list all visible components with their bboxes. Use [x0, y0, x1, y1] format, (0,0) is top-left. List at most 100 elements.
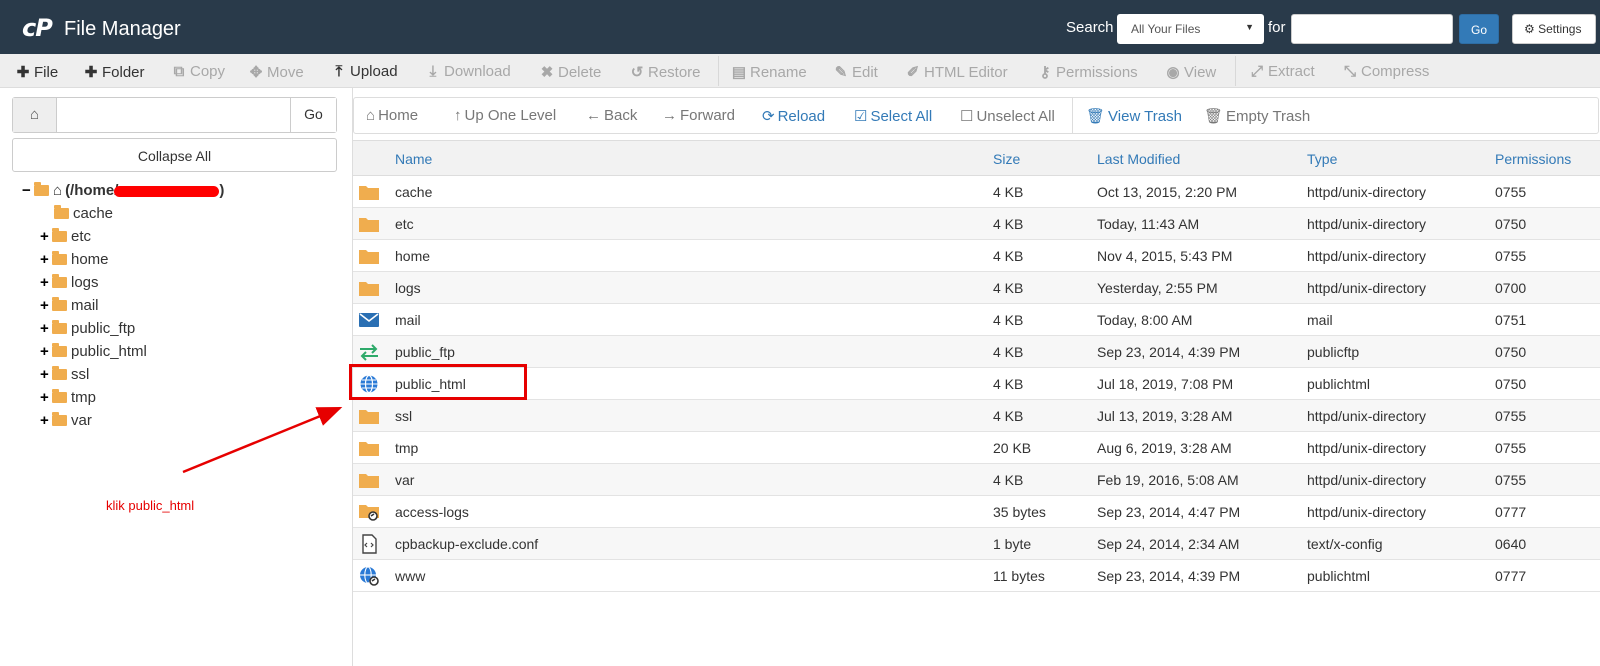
file-name-cell[interactable]: tmp: [395, 440, 418, 456]
reload-button[interactable]: ⟳ Reload: [762, 107, 825, 125]
search-input[interactable]: [1291, 14, 1453, 44]
plus-icon[interactable]: +: [40, 320, 52, 337]
column-permissions-header[interactable]: Permissions: [1495, 151, 1571, 167]
table-row[interactable]: ssl 4 KB Jul 13, 2019, 3:28 AM httpd/unix-d…: [353, 400, 1600, 432]
permissions-button[interactable]: ⚷ Permissions: [1036, 63, 1138, 81]
tree-item-label: tmp: [71, 389, 97, 406]
view-button[interactable]: ◉ View: [1164, 63, 1216, 81]
plus-icon[interactable]: +: [40, 412, 52, 429]
new-folder-button[interactable]: ✚ Folder: [82, 63, 145, 81]
plus-icon[interactable]: +: [40, 274, 52, 291]
copy-button[interactable]: ⧉ Copy: [170, 63, 225, 80]
forward-button[interactable]: → Forward: [662, 107, 735, 124]
path-input[interactable]: [59, 98, 289, 132]
settings-button[interactable]: ⚙ Settings: [1512, 14, 1596, 44]
view-trash-label: View Trash: [1108, 108, 1182, 125]
search-scope-select[interactable]: All Your Files ▼: [1117, 14, 1264, 44]
file-name-cell[interactable]: var: [395, 472, 414, 488]
tree-item-cache[interactable]: cache: [54, 205, 113, 222]
file-name-cell[interactable]: access-logs: [395, 504, 469, 520]
file-name-cell[interactable]: etc: [395, 216, 414, 232]
minus-icon[interactable]: −: [22, 182, 34, 199]
extract-button[interactable]: ⤢ Extract: [1248, 63, 1315, 80]
empty-trash-button[interactable]: 🗑 Empty Trash: [1204, 107, 1310, 125]
trash-icon: 🗑: [1204, 108, 1224, 125]
plus-icon[interactable]: +: [40, 366, 52, 383]
upload-button[interactable]: ⤒ Upload: [330, 63, 398, 80]
tree-item-tmp[interactable]: + tmp: [40, 389, 96, 406]
table-row[interactable]: cache 4 KB Oct 13, 2015, 2:20 PM httpd/unix…: [353, 176, 1600, 208]
file-size-cell: 4 KB: [993, 344, 1024, 360]
table-row[interactable]: tmp 20 KB Aug 6, 2019, 3:28 AM httpd/unix-d…: [353, 432, 1600, 464]
table-row[interactable]: var 4 KB Feb 19, 2016, 5:08 AM httpd/unix-d…: [353, 464, 1600, 496]
search-go-button[interactable]: Go: [1459, 14, 1499, 44]
file-type-cell: httpd/unix-directory: [1307, 184, 1427, 200]
file-permissions-cell: 0755: [1495, 440, 1527, 456]
tree-item-ssl[interactable]: + ssl: [40, 366, 89, 383]
table-row[interactable]: cpbackup-exclude.conf 1 byte Sep 24, 2014,…: [353, 528, 1600, 560]
column-name-header[interactable]: Name: [395, 151, 432, 167]
move-button[interactable]: ✥ Move: [247, 63, 304, 81]
file-size-cell: 4 KB: [993, 408, 1024, 424]
tree-item-public-html[interactable]: + public_html: [40, 343, 147, 360]
file-name-cell[interactable]: public_html: [395, 376, 466, 392]
view-label: View: [1184, 64, 1217, 81]
nav-home-button[interactable]: ⌂ Home: [366, 107, 418, 124]
file-name-cell[interactable]: ssl: [395, 408, 412, 424]
tree-item-var[interactable]: + var: [40, 412, 92, 429]
file-name-cell[interactable]: home: [395, 248, 430, 264]
file-name-cell[interactable]: public_ftp: [395, 344, 455, 360]
plus-icon[interactable]: +: [40, 297, 52, 314]
plus-icon[interactable]: +: [40, 251, 52, 268]
table-row[interactable]: logs 4 KB Yesterday, 2:55 PM httpd/unix-dir…: [353, 272, 1600, 304]
column-size-header[interactable]: Size: [993, 151, 1020, 167]
column-type-header[interactable]: Type: [1307, 151, 1337, 167]
up-one-level-button[interactable]: ↑ Up One Level: [454, 107, 556, 124]
file-size-cell: 35 bytes: [993, 504, 1046, 520]
tree-item-home[interactable]: + home: [40, 251, 109, 268]
plus-icon[interactable]: +: [40, 343, 52, 360]
unselect-all-button[interactable]: ☐ Unselect All: [960, 107, 1055, 125]
file-name-cell[interactable]: cpbackup-exclude.conf: [395, 536, 538, 552]
select-all-button[interactable]: ☑ Select All: [854, 107, 932, 125]
home-icon[interactable]: ⌂: [13, 98, 57, 132]
file-name-cell[interactable]: mail: [395, 312, 421, 328]
file-name-cell[interactable]: www: [395, 568, 425, 584]
plus-icon[interactable]: +: [40, 228, 52, 245]
rename-button[interactable]: ▤ Rename: [730, 63, 807, 81]
tree-item-label: var: [71, 412, 92, 429]
compress-button[interactable]: ⤡ Compress: [1341, 63, 1429, 80]
home-icon: ⌂: [366, 107, 376, 124]
table-row[interactable]: public_html 4 KB Jul 18, 2019, 7:08 PM publ…: [353, 368, 1600, 400]
tree-item-public-ftp[interactable]: + public_ftp: [40, 320, 135, 337]
html-editor-button[interactable]: ✐ HTML Editor: [904, 63, 1008, 81]
table-row[interactable]: www 11 bytes Sep 23, 2014, 4:39 PM publicht…: [353, 560, 1600, 592]
restore-button[interactable]: ↺ Restore: [628, 63, 701, 81]
file-size-cell: 4 KB: [993, 184, 1024, 200]
path-go-button[interactable]: Go: [290, 98, 336, 132]
pencil-icon: ✎: [834, 64, 848, 81]
table-row[interactable]: mail 4 KB Today, 8:00 AM mail 0751: [353, 304, 1600, 336]
file-name-cell[interactable]: logs: [395, 280, 421, 296]
table-row[interactable]: home 4 KB Nov 4, 2015, 5:43 PM httpd/unix-d…: [353, 240, 1600, 272]
new-file-button[interactable]: ✚ File: [14, 63, 58, 81]
column-modified-header[interactable]: Last Modified: [1097, 151, 1180, 167]
download-button[interactable]: ⤓ Download: [424, 63, 511, 80]
tree-item-etc[interactable]: + etc: [40, 228, 91, 245]
back-button[interactable]: ← Back: [586, 107, 637, 124]
tree-item-logs[interactable]: + logs: [40, 274, 99, 291]
table-row[interactable]: etc 4 KB Today, 11:43 AM httpd/unix-directo…: [353, 208, 1600, 240]
collapse-all-button[interactable]: Collapse All: [12, 138, 337, 172]
cpanel-logo[interactable]: cP: [22, 14, 53, 42]
plus-icon[interactable]: +: [40, 389, 52, 406]
view-trash-button[interactable]: 🗑 View Trash: [1086, 107, 1182, 125]
table-row[interactable]: public_ftp 4 KB Sep 23, 2014, 4:39 PM publi…: [353, 336, 1600, 368]
file-name-cell[interactable]: cache: [395, 184, 432, 200]
file-modified-cell: Yesterday, 2:55 PM: [1097, 280, 1218, 296]
file-list-panel: ⌂ Home ↑ Up One Level ← Back → Forward ⟳ Relo…: [352, 88, 1600, 666]
table-row[interactable]: access-logs 35 bytes Sep 23, 2014, 4:47 PM…: [353, 496, 1600, 528]
tree-root[interactable]: − ⌂ (/home/): [22, 182, 224, 199]
tree-item-mail[interactable]: + mail: [40, 297, 99, 314]
delete-button[interactable]: ✖ Delete: [538, 63, 602, 81]
edit-button[interactable]: ✎ Edit: [832, 63, 878, 81]
